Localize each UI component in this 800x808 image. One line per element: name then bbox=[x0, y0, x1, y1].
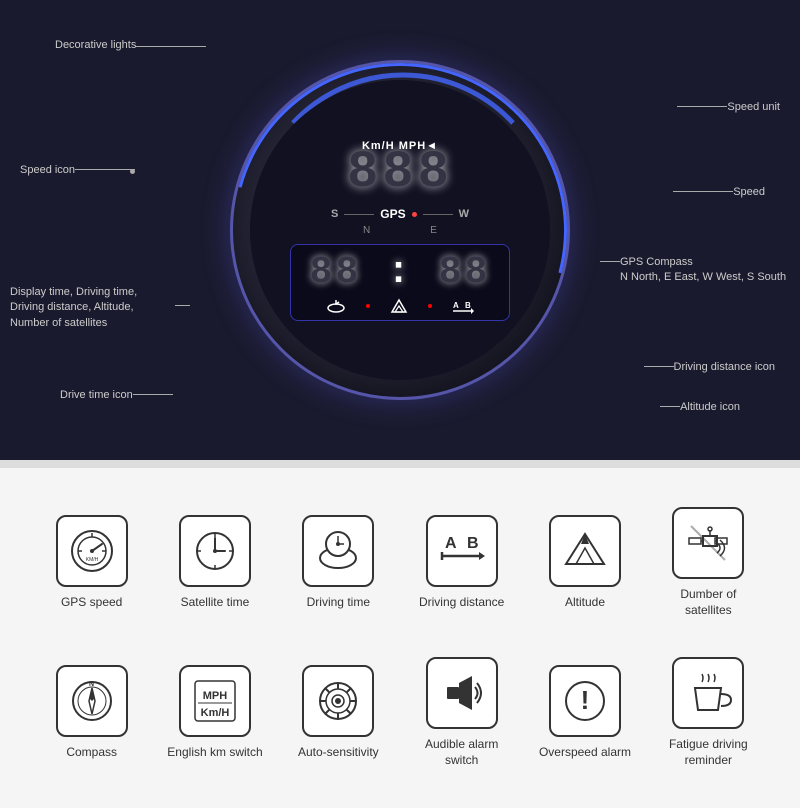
satellites-icon bbox=[683, 518, 733, 568]
annotation-driving-distance-icon: Driving distance icon bbox=[674, 360, 776, 375]
icon-box-fatigue-driving bbox=[672, 657, 744, 729]
annotation-speed: Speed bbox=[733, 185, 765, 200]
speed-display: 888 bbox=[347, 147, 453, 199]
svg-text:MPH: MPH bbox=[203, 690, 228, 702]
icon-box-altitude bbox=[549, 515, 621, 587]
gps-speed-icon: KM/H bbox=[67, 526, 117, 576]
annotation-decorative-lights: Decorative lights bbox=[55, 38, 136, 53]
annotation-drive-time-icon: Drive time icon bbox=[60, 388, 133, 403]
icon-box-driving-time bbox=[302, 515, 374, 587]
svg-text:!: ! bbox=[581, 685, 590, 715]
svg-text:B: B bbox=[465, 301, 471, 310]
drive-time-icon bbox=[326, 298, 346, 314]
icon-item-auto-sensitivity: Auto-sensitivity bbox=[288, 665, 388, 761]
icon-box-satellites bbox=[672, 507, 744, 579]
annotation-speed-icon: Speed icon bbox=[20, 163, 75, 178]
gps-label: GPS bbox=[380, 207, 405, 221]
svg-text:KM/H: KM/H bbox=[85, 557, 98, 563]
icon-box-audible-alarm bbox=[426, 657, 498, 729]
icon-box-compass: N bbox=[56, 665, 128, 737]
icon-box-auto-sensitivity bbox=[302, 665, 374, 737]
icon-item-overspeed-alarm: ! Overspeed alarm bbox=[535, 665, 635, 761]
altitude-icon bbox=[560, 526, 610, 576]
icon-label-gps-speed: GPS speed bbox=[61, 595, 122, 611]
gps-dot bbox=[412, 212, 417, 217]
time-display-box: 88 : 88 bbox=[290, 244, 510, 321]
bottom-icons-row: A B bbox=[301, 298, 499, 314]
satellite-time-icon bbox=[190, 526, 240, 576]
driving-distance-icon: A B bbox=[437, 526, 487, 576]
icon-box-english-km: MPH Km/H bbox=[179, 665, 251, 737]
speed-unit-label: Km/H MPH◄ bbox=[362, 140, 438, 152]
gauge-inner: Km/H MPH◄ 888 S GPS W NE bbox=[250, 80, 550, 380]
icon-item-satellite-time: Satellite time bbox=[165, 515, 265, 611]
icon-box-driving-distance: A B bbox=[426, 515, 498, 587]
unit-switch-icon: MPH Km/H bbox=[190, 676, 240, 726]
compass-icon: N bbox=[67, 676, 117, 726]
icon-item-audible-alarm: Audible alarm switch bbox=[412, 657, 512, 768]
icon-item-compass: N Compass bbox=[42, 665, 142, 761]
icon-item-satellites: Dumber of satellites bbox=[658, 507, 758, 618]
icon-item-driving-time: Driving time bbox=[288, 515, 388, 611]
gps-row: S GPS W bbox=[331, 207, 469, 221]
icon-label-satellite-time: Satellite time bbox=[181, 595, 250, 611]
icons-grid: KM/H GPS speed Satellite time bbox=[0, 468, 800, 808]
section-divider bbox=[0, 460, 800, 468]
icon-item-gps-speed: KM/H GPS speed bbox=[42, 515, 142, 611]
icon-item-english-km: MPH Km/H English km switch bbox=[165, 665, 265, 761]
icon-label-audible-alarm: Audible alarm switch bbox=[412, 737, 512, 768]
icon-label-compass: Compass bbox=[66, 745, 117, 761]
ab-distance-small-icon: A B bbox=[452, 298, 474, 314]
icon-box-overspeed-alarm: ! bbox=[549, 665, 621, 737]
svg-text:A: A bbox=[453, 301, 459, 310]
speed-unit-display: Km/H MPH◄ bbox=[362, 140, 438, 152]
icon-item-driving-distance: A B Driving distance bbox=[412, 515, 512, 611]
icon-label-driving-time: Driving time bbox=[307, 595, 370, 611]
svg-text:N: N bbox=[89, 681, 94, 688]
svg-text:B: B bbox=[467, 535, 479, 552]
gauge-container: 0 1 2 3 4 6 8 10 N S W E bbox=[230, 60, 570, 400]
icon-box-gps-speed: KM/H bbox=[56, 515, 128, 587]
icon-label-fatigue-driving: Fatigue driving reminder bbox=[658, 737, 758, 768]
icon-label-overspeed-alarm: Overspeed alarm bbox=[539, 745, 631, 761]
coffee-icon bbox=[683, 668, 733, 718]
annotation-altitude-icon: Altitude icon bbox=[680, 400, 740, 415]
svg-text:Km/H: Km/H bbox=[201, 707, 230, 719]
icon-label-satellites: Dumber of satellites bbox=[658, 587, 758, 618]
icon-label-auto-sensitivity: Auto-sensitivity bbox=[298, 745, 379, 761]
auto-sens-icon bbox=[313, 676, 363, 726]
icon-box-satellite-time bbox=[179, 515, 251, 587]
gauge-outer: 0 1 2 3 4 6 8 10 N S W E bbox=[230, 60, 570, 400]
time-display: 88 : 88 bbox=[301, 251, 499, 294]
altitude-small-icon bbox=[390, 298, 408, 314]
hud-display: 0 1 2 3 4 6 8 10 N S W E bbox=[0, 0, 800, 460]
driving-time-icon bbox=[312, 526, 364, 576]
icon-label-driving-distance: Driving distance bbox=[419, 595, 504, 611]
annotation-gps-compass: GPS CompassN North, E East, W West, S So… bbox=[620, 255, 790, 286]
icon-label-english-km: English km switch bbox=[167, 745, 262, 761]
annotation-display-info: Display time, Driving time,Driving dista… bbox=[10, 285, 175, 331]
icon-label-altitude: Altitude bbox=[565, 595, 605, 611]
annotation-speed-unit: Speed unit bbox=[727, 100, 780, 115]
speaker-icon bbox=[437, 668, 487, 718]
exclamation-icon: ! bbox=[560, 676, 610, 726]
svg-text:A: A bbox=[445, 535, 457, 552]
icon-item-altitude: Altitude bbox=[535, 515, 635, 611]
icon-item-fatigue-driving: Fatigue driving reminder bbox=[658, 657, 758, 768]
